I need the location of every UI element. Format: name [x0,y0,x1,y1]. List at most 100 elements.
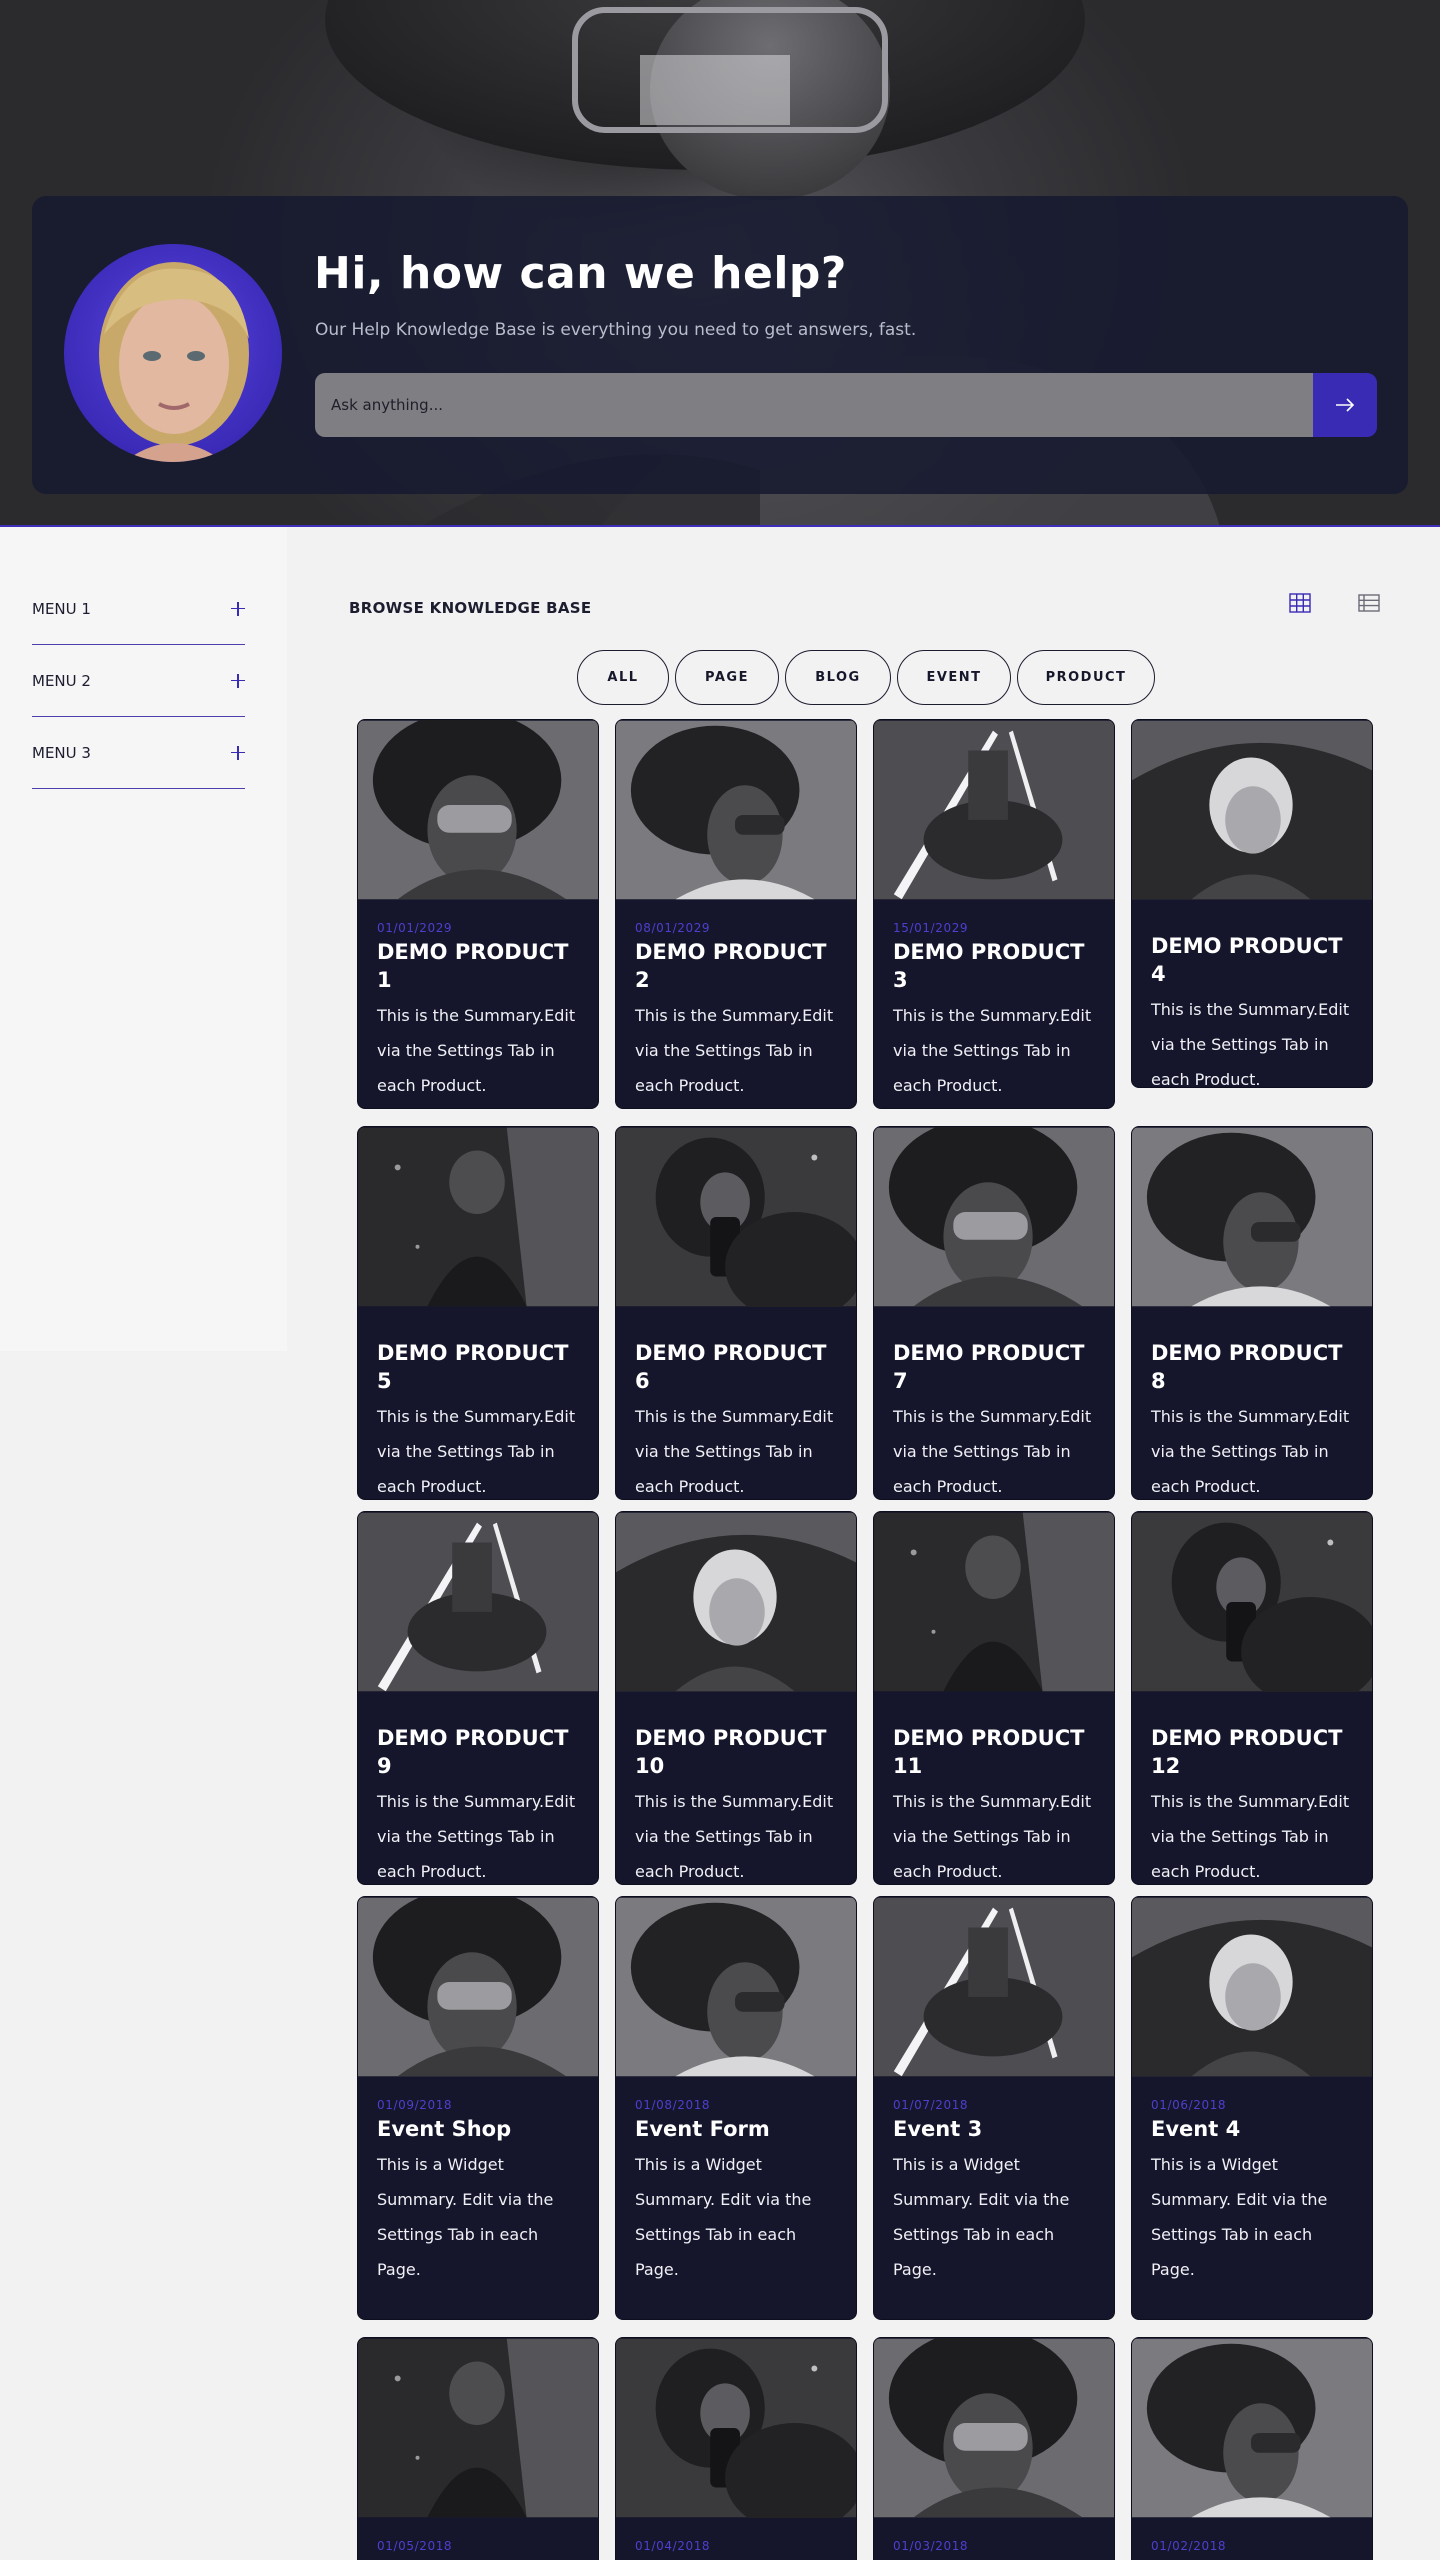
card-summary: This is the Summary.Edit via the Setting… [893,1006,1092,1095]
knowledge-card[interactable]: 01/01/2029 DEMO PRODUCT 1 This is the Summ… [357,719,599,1109]
card-image [616,720,856,900]
card-image [1132,1127,1372,1307]
card-summary: This is a Widget Summary. Edit via the S… [893,2155,1070,2279]
card-image [358,1897,598,2077]
knowledge-card[interactable]: 01/08/2018 Event Form This is a Widget Sum… [615,1896,857,2320]
filter-page[interactable]: PAGE [675,650,779,705]
card-body: 01/04/2018 [616,2518,856,2556]
knowledge-card[interactable]: DEMO PRODUCT 11 This is the Summary.Edit … [873,1511,1115,1885]
knowledge-card[interactable]: 01/06/2018 Event 4 This is a Widget Summar… [1131,1896,1373,2320]
card-image [616,1512,856,1692]
filter-event[interactable]: EVENT [897,650,1011,705]
card-title[interactable]: DEMO PRODUCT 10 [635,1724,837,1780]
card-date: 08/01/2029 [635,921,711,935]
card-image [1132,1512,1372,1692]
card-summary: This is the Summary.Edit via the Setting… [377,1006,576,1095]
card-summary: This is the Summary.Edit via the Setting… [635,1006,834,1095]
card-title[interactable]: Event Shop [377,2115,579,2143]
card-body: DEMO PRODUCT 11 This is the Summary.Edit … [874,1692,1114,1884]
sidebar-item-menu-1[interactable]: MENU 1 [32,573,245,645]
knowledge-card[interactable]: DEMO PRODUCT 6 This is the Summary.Edit v… [615,1126,857,1500]
card-date: 01/08/2018 [635,2098,711,2112]
filter-blog[interactable]: BLOG [785,650,891,705]
card-image [358,1512,598,1692]
knowledge-card[interactable]: 01/05/2018 [357,2337,599,2560]
grid-icon [1289,593,1311,613]
knowledge-card[interactable]: 01/02/2018 [1131,2337,1373,2560]
card-summary: This is the Summary.Edit via the Setting… [635,1407,834,1496]
knowledge-card[interactable]: DEMO PRODUCT 9 This is the Summary.Edit v… [357,1511,599,1885]
card-date: 01/04/2018 [635,2539,711,2553]
knowledge-card[interactable]: DEMO PRODUCT 4 This is the Summary.Edit v… [1131,719,1373,1088]
grid-view-button[interactable] [1289,592,1313,616]
search-input[interactable] [315,373,1313,437]
arrow-right-icon [1336,398,1355,412]
knowledge-card[interactable]: 01/04/2018 [615,2337,857,2560]
card-body: 01/03/2018 [874,2518,1114,2556]
card-title[interactable]: DEMO PRODUCT 7 [893,1339,1095,1395]
card-image [358,1127,598,1307]
page-subtitle: Our Help Knowledge Base is everything yo… [315,320,917,340]
knowledge-card[interactable]: DEMO PRODUCT 10 This is the Summary.Edit … [615,1511,857,1885]
knowledge-card[interactable]: 15/01/2029 DEMO PRODUCT 3 This is the Summ… [873,719,1115,1109]
sidebar-item-menu-3[interactable]: MENU 3 [32,717,245,789]
card-date: 01/01/2029 [377,921,453,935]
list-view-button[interactable] [1358,592,1382,616]
help-panel: Hi, how can we help? Our Help Knowledge … [32,196,1408,494]
knowledge-card[interactable]: DEMO PRODUCT 5 This is the Summary.Edit v… [357,1126,599,1500]
knowledge-card[interactable]: 01/07/2018 Event 3 This is a Widget Summar… [873,1896,1115,2320]
card-title[interactable]: Event 3 [893,2115,1095,2143]
card-date: 01/07/2018 [893,2098,969,2112]
card-title[interactable]: DEMO PRODUCT 2 [635,938,837,994]
filter-product[interactable]: PRODUCT [1017,650,1155,705]
card-date: 01/09/2018 [377,2098,453,2112]
card-title[interactable]: DEMO PRODUCT 8 [1151,1339,1353,1395]
knowledge-card[interactable]: 08/01/2029 DEMO PRODUCT 2 This is the Summ… [615,719,857,1109]
knowledge-card[interactable]: DEMO PRODUCT 12 This is the Summary.Edit … [1131,1511,1373,1885]
card-title[interactable]: DEMO PRODUCT 12 [1151,1724,1353,1780]
card-title[interactable]: DEMO PRODUCT 5 [377,1339,579,1395]
card-title[interactable]: Event 4 [1151,2115,1353,2143]
card-image [358,720,598,900]
card-image [358,2338,598,2518]
card-date: 01/02/2018 [1151,2539,1227,2553]
card-title[interactable]: DEMO PRODUCT 6 [635,1339,837,1395]
plus-icon [231,745,245,760]
knowledge-card[interactable]: 01/09/2018 Event Shop This is a Widget Sum… [357,1896,599,2320]
sidebar-item-menu-2[interactable]: MENU 2 [32,645,245,717]
card-body: DEMO PRODUCT 9 This is the Summary.Edit v… [358,1692,598,1884]
sidebar-item-label: MENU 2 [32,671,91,690]
card-summary: This is the Summary.Edit via the Setting… [1151,1000,1350,1088]
card-image [616,2338,856,2518]
knowledge-card[interactable]: DEMO PRODUCT 8 This is the Summary.Edit v… [1131,1126,1373,1500]
plus-icon [231,601,245,616]
card-body: DEMO PRODUCT 6 This is the Summary.Edit v… [616,1307,856,1499]
sidebar-item-label: MENU 1 [32,599,91,618]
filter-all[interactable]: ALL [577,650,669,705]
card-summary: This is the Summary.Edit via the Setting… [1151,1407,1350,1496]
knowledge-card[interactable]: 01/03/2018 [873,2337,1115,2560]
card-body: 15/01/2029 DEMO PRODUCT 3 This is the Summ… [874,900,1114,1103]
card-body: 01/08/2018 Event Form This is a Widget Sum… [616,2077,856,2287]
card-body: DEMO PRODUCT 7 This is the Summary.Edit v… [874,1307,1114,1499]
card-title[interactable]: DEMO PRODUCT 1 [377,938,579,994]
card-image [874,2338,1114,2518]
card-summary: This is the Summary.Edit via the Setting… [1151,1792,1350,1881]
hero-banner: Hi, how can we help? Our Help Knowledge … [0,0,1440,527]
card-title[interactable]: DEMO PRODUCT 11 [893,1724,1095,1780]
card-title[interactable]: DEMO PRODUCT 4 [1151,932,1353,988]
card-image [616,1127,856,1307]
knowledge-card[interactable]: DEMO PRODUCT 7 This is the Summary.Edit v… [873,1126,1115,1500]
card-title[interactable]: DEMO PRODUCT 9 [377,1724,579,1780]
sidebar: MENU 1 MENU 2 MENU 3 [0,527,287,1351]
card-date: 01/06/2018 [1151,2098,1227,2112]
card-title[interactable]: Event Form [635,2115,837,2143]
card-image [874,1897,1114,2077]
search-bar [315,373,1377,437]
plus-icon [231,673,245,688]
card-body: 01/06/2018 Event 4 This is a Widget Summar… [1132,2077,1372,2287]
search-submit-button[interactable] [1313,373,1377,437]
filter-tabs: ALL PAGE BLOG EVENT PRODUCT [577,650,1155,705]
card-body: DEMO PRODUCT 4 This is the Summary.Edit v… [1132,900,1372,1088]
card-title[interactable]: DEMO PRODUCT 3 [893,938,1095,994]
